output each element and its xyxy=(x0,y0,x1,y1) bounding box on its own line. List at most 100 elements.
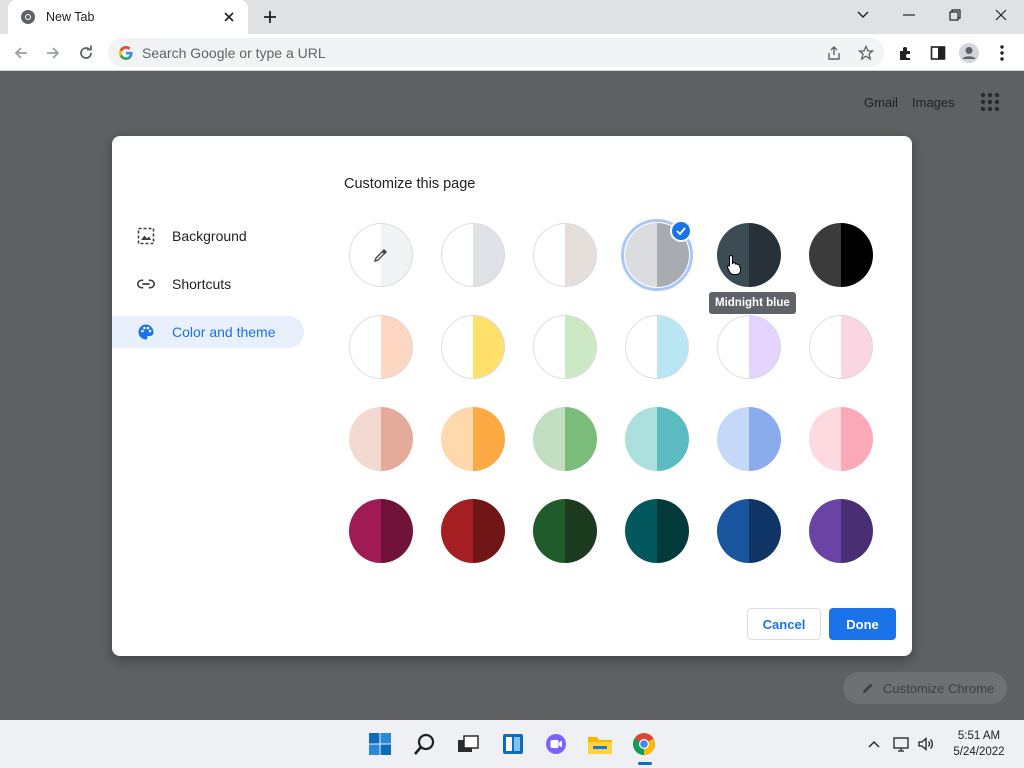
swatch-right-half xyxy=(473,407,505,471)
swatch-left-half xyxy=(809,499,841,563)
swatch-border xyxy=(625,315,689,379)
swatch-left-half xyxy=(717,407,749,471)
customize-dialog: Customize this page Background Shortcuts… xyxy=(112,136,912,656)
file-explorer-icon[interactable] xyxy=(584,728,616,760)
customize-chrome-button[interactable]: Customize Chrome xyxy=(843,672,1007,704)
teams-chat-icon[interactable] xyxy=(540,728,572,760)
swatch-left-half xyxy=(809,223,841,287)
theme-color-swatch[interactable] xyxy=(533,315,597,379)
sidebar-item-shortcuts[interactable]: Shortcuts xyxy=(112,268,304,300)
theme-color-swatch[interactable] xyxy=(441,223,505,287)
swatch-left-half xyxy=(625,223,657,287)
theme-color-swatch[interactable] xyxy=(625,407,689,471)
theme-color-swatch[interactable] xyxy=(809,499,873,563)
dialog-title: Customize this page xyxy=(344,176,476,192)
omnibox-input[interactable] xyxy=(142,44,782,61)
image-icon xyxy=(136,226,156,246)
theme-color-swatch[interactable] xyxy=(809,223,873,287)
forward-icon[interactable] xyxy=(40,40,66,66)
link-icon xyxy=(136,274,156,294)
theme-color-swatch[interactable] xyxy=(533,499,597,563)
theme-color-swatch[interactable] xyxy=(533,407,597,471)
swatch-border xyxy=(533,223,597,287)
swatch-right-half xyxy=(749,223,781,287)
swatch-border xyxy=(441,315,505,379)
swatch-right-half xyxy=(749,499,781,563)
eyedropper-icon xyxy=(373,249,387,263)
browser-toolbar xyxy=(0,34,1024,71)
clock-time: 5:51 AM xyxy=(957,730,1001,742)
done-button[interactable]: Done xyxy=(829,608,896,640)
chevron-up-icon[interactable] xyxy=(864,734,884,754)
side-panel-icon[interactable] xyxy=(927,42,949,64)
swatch-left-half xyxy=(441,499,473,563)
close-tab-icon[interactable] xyxy=(220,8,238,26)
share-icon[interactable] xyxy=(824,44,844,62)
google-g-icon xyxy=(119,45,133,60)
theme-color-swatch[interactable] xyxy=(349,499,413,563)
taskbar-clock[interactable]: 5:51 AM 5/24/2022 xyxy=(944,728,1014,760)
back-icon[interactable] xyxy=(8,40,34,66)
swatch-right-half xyxy=(841,407,873,471)
sidebar-item-color-and-theme[interactable]: Color and theme xyxy=(112,316,304,348)
swatch-border xyxy=(533,315,597,379)
active-app-indicator xyxy=(638,762,652,765)
gmail-link[interactable]: Gmail xyxy=(864,95,898,110)
swatch-border xyxy=(349,315,413,379)
swatch-right-half xyxy=(657,407,689,471)
custom-color-swatch[interactable] xyxy=(349,223,413,287)
extensions-icon[interactable] xyxy=(895,42,917,64)
theme-color-swatch[interactable] xyxy=(441,407,505,471)
palette-icon xyxy=(136,322,156,342)
tab-new-tab[interactable]: New Tab xyxy=(8,0,248,34)
profile-avatar-icon[interactable] xyxy=(958,42,980,64)
theme-color-swatch[interactable] xyxy=(625,499,689,563)
cancel-button[interactable]: Cancel xyxy=(747,608,821,640)
chrome-icon xyxy=(21,10,35,24)
close-window-icon[interactable] xyxy=(978,0,1024,30)
swatch-right-half xyxy=(565,407,597,471)
minimize-icon[interactable] xyxy=(886,0,932,30)
theme-color-swatch[interactable] xyxy=(349,407,413,471)
bookmark-star-icon[interactable] xyxy=(856,44,876,62)
theme-color-swatch[interactable] xyxy=(809,407,873,471)
swatch-border xyxy=(441,223,505,287)
theme-color-swatch[interactable] xyxy=(717,407,781,471)
widgets-icon[interactable] xyxy=(497,728,529,760)
tab-search-icon[interactable] xyxy=(840,0,886,30)
new-tab-icon[interactable] xyxy=(258,6,282,28)
network-icon[interactable] xyxy=(892,734,912,754)
volume-icon[interactable] xyxy=(916,734,936,754)
swatch-right-half xyxy=(749,407,781,471)
search-icon[interactable] xyxy=(409,728,441,760)
theme-color-swatch[interactable] xyxy=(349,315,413,379)
sidebar-item-label: Color and theme xyxy=(172,324,276,340)
google-apps-icon[interactable] xyxy=(980,92,1000,112)
theme-color-swatch[interactable] xyxy=(441,499,505,563)
theme-color-swatch[interactable] xyxy=(809,315,873,379)
swatch-border xyxy=(809,315,873,379)
clock-date: 5/24/2022 xyxy=(953,746,1005,758)
chrome-taskbar-icon[interactable] xyxy=(628,728,660,760)
more-menu-icon[interactable] xyxy=(991,42,1013,64)
swatch-left-half xyxy=(349,407,381,471)
omnibox[interactable] xyxy=(108,38,884,67)
theme-color-swatch[interactable] xyxy=(441,315,505,379)
theme-color-swatch[interactable] xyxy=(533,223,597,287)
swatch-right-half xyxy=(565,499,597,563)
selected-check-icon xyxy=(670,220,692,242)
reload-icon[interactable] xyxy=(73,40,99,66)
restore-icon[interactable] xyxy=(932,0,978,30)
task-view-icon[interactable] xyxy=(452,728,484,760)
start-windows-icon[interactable] xyxy=(364,728,396,760)
pencil-icon xyxy=(863,683,873,693)
swatch-right-half xyxy=(657,499,689,563)
theme-color-swatch[interactable] xyxy=(717,499,781,563)
images-link[interactable]: Images xyxy=(912,95,955,110)
sidebar-item-background[interactable]: Background xyxy=(112,220,304,252)
swatch-right-half xyxy=(381,407,413,471)
swatch-left-half xyxy=(441,407,473,471)
theme-color-swatch[interactable] xyxy=(625,315,689,379)
tab-title: New Tab xyxy=(46,10,95,24)
theme-color-swatch[interactable] xyxy=(717,315,781,379)
